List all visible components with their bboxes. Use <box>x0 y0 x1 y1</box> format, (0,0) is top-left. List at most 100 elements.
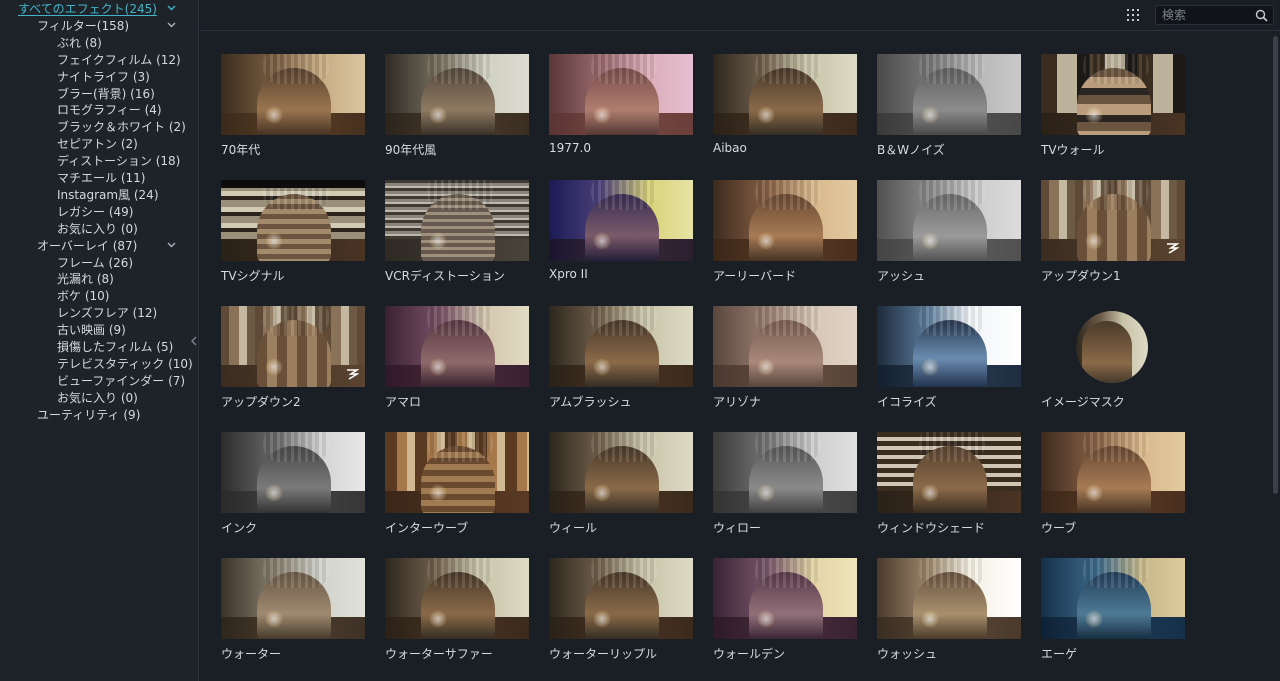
chevron-down-icon[interactable] <box>167 1 176 18</box>
knit-hat <box>263 432 329 462</box>
knit-hat <box>591 180 657 210</box>
effect-thumbnail <box>1041 306 1185 387</box>
knit-hat <box>591 558 657 588</box>
category-item[interactable]: お気に入り (0) <box>57 221 138 238</box>
category-item[interactable]: 光漏れ (8) <box>57 271 114 288</box>
category-item[interactable]: ディストーション (18) <box>57 153 180 170</box>
category-item[interactable]: 古い映画 (9) <box>57 322 126 339</box>
category-item[interactable]: ブラック＆ホワイト (2) <box>57 119 186 136</box>
category-item[interactable]: フェイクフィルム (12) <box>57 52 181 69</box>
effect-card[interactable]: ウィンドウシェード <box>877 432 1021 535</box>
effect-thumbnail <box>221 54 365 135</box>
lens-flare <box>921 610 939 628</box>
effect-label: ウォーター <box>221 647 282 661</box>
effects-gallery: 70年代 90年代風 1977.0 Aibao B＆Wノイズ TVウォール TVシグナル VC… <box>200 32 1272 681</box>
chevron-down-icon[interactable] <box>167 238 176 255</box>
effect-card[interactable]: ウォッシュ <box>877 558 1021 661</box>
effect-label: アーリーバード <box>713 269 797 283</box>
knit-hat <box>919 432 985 462</box>
grid-view-icon[interactable] <box>1126 8 1140 22</box>
category-item[interactable]: ブラー(背景) (16) <box>57 86 155 103</box>
effect-card[interactable]: TVシグナル <box>221 180 365 283</box>
effect-card[interactable]: ウォーターサファー <box>385 558 529 661</box>
lens-flare <box>757 106 775 124</box>
effect-card[interactable]: エーゲ <box>1041 558 1185 661</box>
effect-label: ウィロー <box>713 521 762 535</box>
effect-thumbnail <box>221 432 365 513</box>
effect-label: ウィンドウシェード <box>877 521 986 535</box>
category-group[interactable]: オーバーレイ (87) <box>37 238 137 255</box>
lens-flare <box>593 484 611 502</box>
effect-card[interactable]: ウォーターリップル <box>549 558 693 661</box>
search-icon[interactable] <box>1255 9 1268 22</box>
knit-hat <box>919 558 985 588</box>
effect-card[interactable]: 70年代 <box>221 54 365 157</box>
category-group[interactable]: フィルター(158) <box>37 18 129 35</box>
lens-flare <box>921 106 939 124</box>
category-item[interactable]: フレーム (26) <box>57 255 133 272</box>
effect-label: ウォーターリップル <box>549 647 658 661</box>
lens-flare <box>429 232 447 250</box>
effect-label: Aibao <box>713 141 747 155</box>
effect-card[interactable]: アップダウン1 <box>1041 180 1185 283</box>
category-all-effects[interactable]: すべてのエフェクト(245) <box>18 1 157 18</box>
effect-card[interactable]: アーリーバード <box>713 180 857 283</box>
category-item[interactable]: ビューファインダー (7) <box>57 373 185 390</box>
category-item[interactable]: ボケ (10) <box>57 288 109 305</box>
category-item[interactable]: レガシー (49) <box>57 204 133 221</box>
effect-card[interactable]: ウォーター <box>221 558 365 661</box>
category-item[interactable]: テレビスタティック (10) <box>57 356 193 373</box>
knit-hat <box>755 558 821 588</box>
effect-card[interactable]: Aibao <box>713 54 857 155</box>
category-item[interactable]: マチエール (11) <box>57 170 145 187</box>
effect-card[interactable]: TVウォール <box>1041 54 1185 157</box>
category-item[interactable]: ロモグラフィー (4) <box>57 102 162 119</box>
effect-card[interactable]: インク <box>221 432 365 535</box>
effect-card[interactable]: Xpro II <box>549 180 693 281</box>
effect-card[interactable]: ウィロー <box>713 432 857 535</box>
search-input[interactable] <box>1162 7 1254 23</box>
effect-label: VCRディストーション <box>385 269 505 283</box>
effect-card[interactable]: アムブラッシュ <box>549 306 693 409</box>
mask-circle <box>1076 311 1148 383</box>
category-item[interactable]: ぶれ (8) <box>57 35 102 52</box>
effect-card[interactable]: VCRディストーション <box>385 180 529 283</box>
lens-flare <box>921 232 939 250</box>
collapse-sidebar-icon[interactable] <box>190 335 198 347</box>
scrollbar-thumb[interactable] <box>1273 36 1278 494</box>
vertical-scrollbar[interactable] <box>1272 32 1280 681</box>
effect-card[interactable]: 1977.0 <box>549 54 693 155</box>
effect-label: TVシグナル <box>221 269 285 283</box>
effect-card[interactable]: アリゾナ <box>713 306 857 409</box>
category-item[interactable]: お気に入り (0) <box>57 390 138 407</box>
category-item[interactable]: 損傷したフィルム (5) <box>57 339 173 356</box>
effect-card[interactable]: イコライズ <box>877 306 1021 409</box>
knit-hat <box>263 558 329 588</box>
effect-card[interactable]: ウーブ <box>1041 432 1185 535</box>
effect-card[interactable]: アップダウン2 <box>221 306 365 409</box>
effect-card[interactable]: B＆Wノイズ <box>877 54 1021 157</box>
effect-thumbnail <box>549 306 693 387</box>
lens-flare <box>757 358 775 376</box>
category-item[interactable]: レンズフレア (12) <box>57 305 157 322</box>
knit-hat <box>755 306 821 336</box>
effect-card[interactable]: アマロ <box>385 306 529 409</box>
effect-thumbnail <box>877 306 1021 387</box>
effect-thumbnail <box>549 180 693 261</box>
chevron-down-icon[interactable] <box>167 18 176 35</box>
category-item[interactable]: セピアトン (2) <box>57 136 138 153</box>
lens-flare <box>429 610 447 628</box>
effect-card[interactable]: ウォールデン <box>713 558 857 661</box>
lens-flare <box>265 232 283 250</box>
category-item[interactable]: Instagram風 (24) <box>57 187 159 204</box>
effect-card[interactable]: イメージマスク <box>1041 306 1185 409</box>
category-item[interactable]: ナイトライフ (3) <box>57 69 150 86</box>
lens-flare <box>1085 484 1103 502</box>
effect-card[interactable]: ウィール <box>549 432 693 535</box>
lens-flare <box>429 484 447 502</box>
lens-flare <box>1085 232 1103 250</box>
effect-card[interactable]: インターウーブ <box>385 432 529 535</box>
category-group[interactable]: ユーティリティ (9) <box>37 407 140 424</box>
effect-card[interactable]: アッシュ <box>877 180 1021 283</box>
effect-card[interactable]: 90年代風 <box>385 54 529 157</box>
